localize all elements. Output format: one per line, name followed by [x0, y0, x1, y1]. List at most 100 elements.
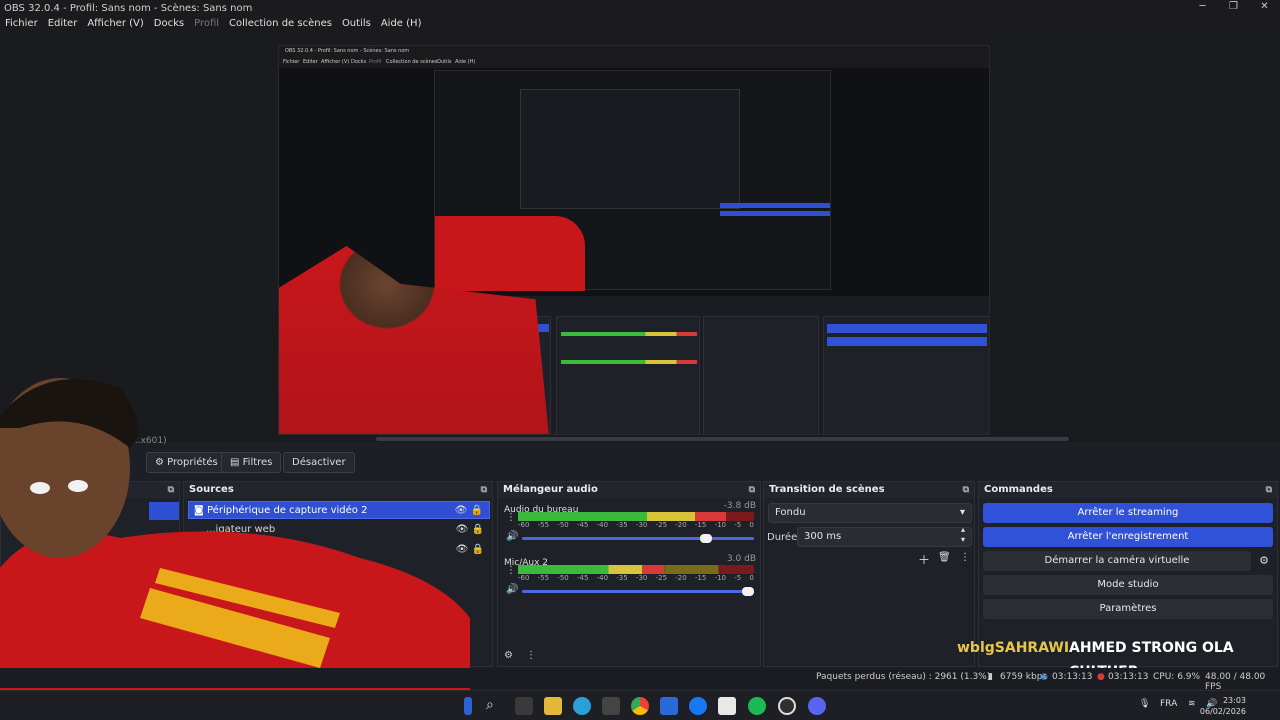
dock-float-icon[interactable]: ⧉	[481, 482, 487, 498]
window-title: OBS 32.0.4 - Profil: Sans nom - Scènes: …	[4, 2, 253, 14]
dock-float-icon[interactable]: ⧉	[963, 482, 969, 498]
file-explorer-icon[interactable]	[544, 697, 562, 715]
volume-slider-knob[interactable]	[700, 534, 713, 543]
speaker-icon[interactable]: 🔊	[506, 584, 518, 595]
network-icon: ▮	[988, 672, 993, 682]
channel-menu-icon[interactable]: ⋮	[506, 512, 516, 523]
add-transition-icon[interactable]: ＋	[918, 551, 930, 568]
virtual-camera-gear-icon[interactable]: ⚙	[1259, 554, 1269, 567]
tick: -55	[537, 521, 550, 529]
tick: -35	[616, 521, 628, 529]
mixer-title: Mélangeur audio	[503, 484, 598, 495]
speaker-icon[interactable]: 🔊	[506, 531, 518, 542]
facebook-icon[interactable]	[689, 697, 707, 715]
task-view-icon[interactable]	[515, 697, 533, 715]
nested-menu-item: Editer	[303, 59, 318, 65]
tick: -50	[557, 574, 569, 582]
channel-menu-icon[interactable]: ⋮	[506, 565, 516, 576]
tick: -15	[694, 521, 707, 529]
duration-value: 300 ms	[804, 531, 842, 542]
transitions-dock-title: Transition de scènes ⧉	[764, 482, 974, 498]
menu-afficher[interactable]: Afficher (V)	[82, 16, 148, 32]
menu-fichier[interactable]: Fichier	[0, 16, 43, 32]
mail-icon[interactable]	[660, 697, 678, 715]
channel-db: 3.0 dB	[726, 554, 756, 564]
search-icon[interactable]: ⌕	[486, 697, 494, 713]
tick: -20	[675, 574, 687, 582]
overlay-username: wblgSAHRAWI	[957, 640, 1070, 656]
studio-mode-button[interactable]: Mode studio	[983, 575, 1273, 595]
nested-window-title: OBS 32.0.4 - Profil: Sans nom - Scènes: …	[285, 48, 410, 54]
virtual-camera-button[interactable]: Démarrer la caméra virtuelle	[983, 551, 1251, 571]
mixer-dock-title: Mélangeur audio ⧉	[498, 482, 760, 498]
overlay-line1: AHMED STRONG OLA	[1069, 640, 1234, 656]
dock-float-icon[interactable]: ⧉	[749, 482, 755, 498]
menu-collection[interactable]: Collection de scènes	[224, 16, 337, 32]
record-status-icon: ●	[1097, 672, 1105, 682]
nested-preview-level-2	[434, 70, 831, 291]
cpu-usage: CPU: 6.9%	[1153, 672, 1201, 682]
person-image	[0, 378, 470, 708]
clock[interactable]: 23:03 06/02/2026	[1200, 695, 1246, 717]
discord-icon[interactable]	[808, 697, 826, 715]
tick: -30	[635, 574, 648, 582]
audio-mixer-dock: Mélangeur audio ⧉ Audio du bureau -3.8 dB…	[497, 481, 761, 667]
clock-date: 06/02/2026	[1199, 707, 1246, 716]
store-icon[interactable]	[602, 697, 620, 715]
obs-icon[interactable]	[778, 697, 796, 715]
minimize-button[interactable]: ─	[1187, 0, 1218, 16]
menu-profil[interactable]: Profil	[189, 16, 224, 32]
tick: -60	[518, 574, 530, 582]
spotify-icon[interactable]	[748, 697, 766, 715]
menu-aide[interactable]: Aide (H)	[376, 16, 427, 32]
transition-select[interactable]: Fondu ▾	[768, 503, 972, 523]
mixer-menu-icon[interactable]: ⋮	[526, 650, 536, 661]
start-icon[interactable]	[464, 697, 472, 715]
wifi-icon[interactable]: ≋	[1188, 699, 1196, 709]
clock-time: 23:03	[1222, 696, 1246, 705]
menu-editer[interactable]: Editer	[43, 16, 83, 32]
record-time: 03:13:13	[1108, 672, 1149, 682]
tick: -35	[616, 574, 628, 582]
nested-title-bar: OBS 32.0.4 - Profil: Sans nom - Scènes: …	[279, 46, 989, 58]
transition-selected: Fondu	[775, 507, 806, 518]
stop-recording-button[interactable]: Arrêter l'enregistrement	[983, 527, 1273, 547]
document-icon[interactable]	[718, 697, 736, 715]
tick: -15	[694, 574, 707, 582]
volume-slider-knob[interactable]	[742, 587, 754, 596]
tick: -25	[655, 574, 668, 582]
stop-streaming-button[interactable]: Arrêter le streaming	[983, 503, 1273, 523]
tick: -5	[734, 521, 742, 529]
edge-icon[interactable]	[573, 697, 591, 715]
microphone-icon[interactable]: 🎙	[1139, 699, 1150, 709]
transition-menu-icon[interactable]: ⋮	[960, 552, 970, 563]
meter-ticks: -60 -55 -50 -45 -40 -35 -30 -25 -20 -15 -10 -5 0	[518, 521, 754, 531]
volume-meter	[518, 512, 754, 521]
close-button[interactable]: ✕	[1249, 0, 1280, 16]
settings-button[interactable]: Paramètres	[983, 599, 1273, 619]
nested-menu-item: Collection de scènes	[386, 59, 438, 65]
volume-slider[interactable]	[522, 534, 754, 543]
mixer-settings-icon[interactable]: ⚙	[504, 650, 513, 661]
maximize-button[interactable]: ❐	[1218, 0, 1249, 16]
tick: -30	[635, 521, 648, 529]
language-indicator[interactable]: FRA	[1160, 699, 1177, 709]
menu-outils[interactable]: Outils	[337, 16, 376, 32]
chrome-icon[interactable]	[631, 697, 649, 715]
trash-icon[interactable]: 🗑	[938, 552, 951, 563]
duration-label: Durée	[767, 532, 798, 543]
menu-docks[interactable]: Docks	[149, 16, 189, 32]
tick: -20	[675, 521, 687, 529]
webcam-person-overlay	[0, 368, 480, 708]
dock-float-icon[interactable]: ⧉	[1266, 482, 1272, 498]
tick: -45	[576, 521, 589, 529]
commands-title: Commandes	[984, 484, 1053, 495]
duration-field[interactable]: 300 ms ▴ ▾	[797, 525, 972, 547]
dropped-frames: Paquets perdus (réseau) : 2961 (1.3%)	[816, 672, 991, 682]
commands-dock-title: Commandes ⧉	[979, 482, 1277, 498]
chevron-down-icon: ▾	[959, 507, 965, 518]
taskbar: ⌕ 🎙 FRA ≋ 🔊 23:03 06/02/2026	[0, 690, 1280, 720]
stepper-icon[interactable]: ▴ ▾	[961, 525, 965, 545]
volume-slider[interactable]	[522, 587, 754, 596]
tick: -40	[596, 521, 609, 529]
